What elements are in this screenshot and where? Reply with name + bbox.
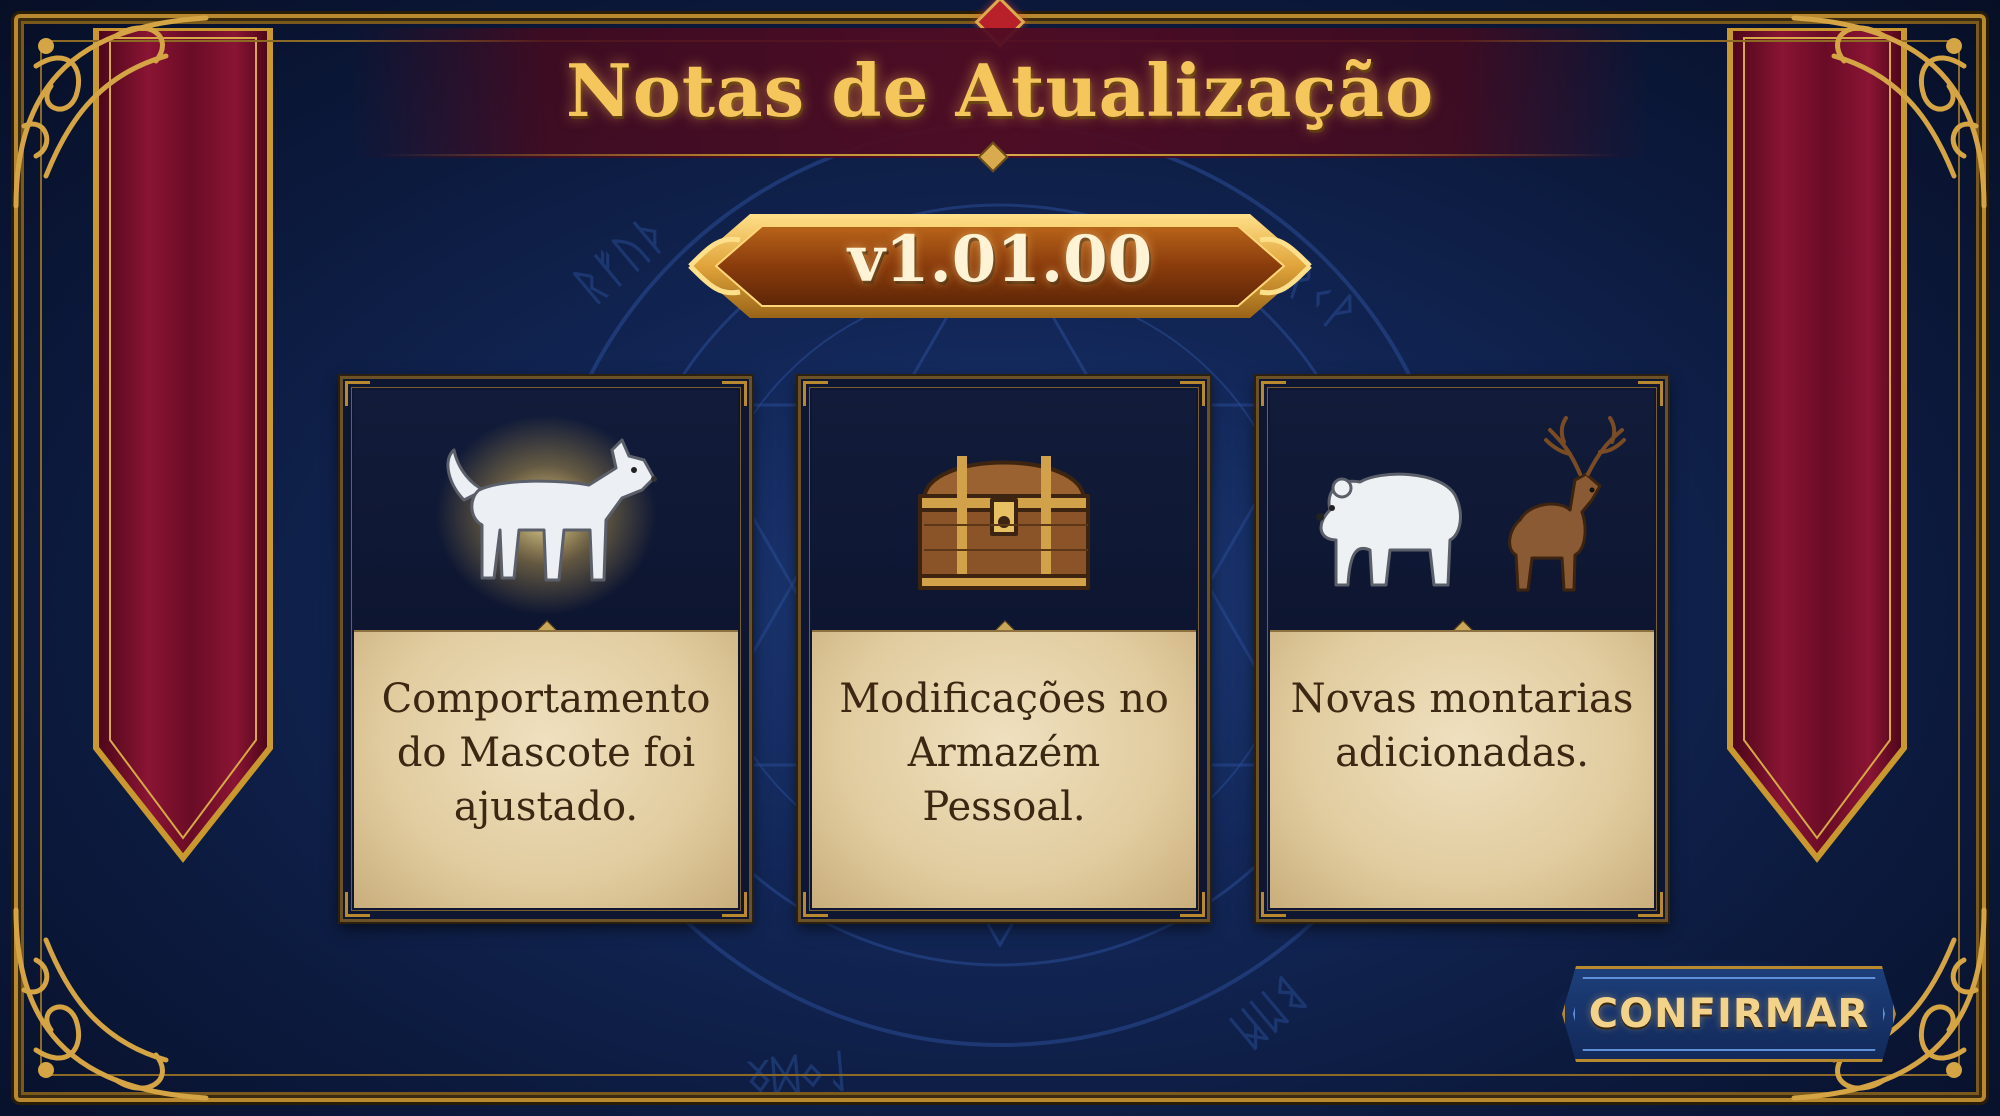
confirm-button[interactable]: CONFIRMAR	[1562, 966, 1896, 1062]
svg-text:ᚱᚠᚢᚦ: ᚱᚠᚢᚦ	[564, 206, 678, 313]
card-corner	[1261, 381, 1286, 406]
version-label: v1.01.00	[847, 222, 1153, 297]
card-corner	[1638, 381, 1663, 406]
svg-text:ᛒᛖᛗ: ᛒᛖᛗ	[1222, 967, 1315, 1057]
card-description: Novas montarias adicionadas.	[1290, 676, 1634, 776]
page-title: Notas de Atualização	[565, 48, 1435, 133]
card-corner	[345, 381, 370, 406]
left-red-banner	[93, 28, 273, 863]
confirm-button-label: CONFIRMAR	[1588, 991, 1870, 1037]
card-description: Modificações no Armazém Pessoal.	[839, 676, 1169, 830]
dog-icon	[436, 415, 657, 615]
card-corner	[1180, 381, 1205, 406]
update-card-storage: Modificações no Armazém Pessoal.	[798, 376, 1210, 922]
card-text-area: Comportamento do Mascote foi ajustado.	[354, 630, 738, 908]
card-corner	[803, 892, 828, 917]
card-text-area: Novas montarias adicionadas.	[1270, 630, 1654, 908]
card-description: Comportamento do Mascote foi ajustado.	[381, 676, 711, 830]
card-corner	[1261, 892, 1286, 917]
treasure-chest-icon	[918, 456, 1090, 590]
card-corner	[1638, 892, 1663, 917]
card-icon-area	[1270, 390, 1654, 630]
update-notes-panel: ᚱᚠᚢᚦ ᚠᚱᚲᚹ ᚺᚾᛁ ᛃᛇᛈ ᛉᛊᛏ ᛒᛖᛗ ᛚᛜᛞᛟ	[0, 0, 2000, 1116]
card-corner	[722, 381, 747, 406]
card-corner	[1180, 892, 1205, 917]
card-corner	[803, 381, 828, 406]
svg-text:ᛚᛜᛞᛟ: ᛚᛜᛞᛟ	[744, 1044, 854, 1104]
card-icon-area	[354, 390, 738, 630]
card-icon-area	[812, 390, 1196, 630]
bear-and-deer-icon	[1316, 416, 1626, 592]
update-card-mounts: Novas montarias adicionadas.	[1256, 376, 1668, 922]
right-red-banner	[1727, 28, 1907, 863]
card-corner	[722, 892, 747, 917]
card-corner	[345, 892, 370, 917]
card-text-area: Modificações no Armazém Pessoal.	[812, 630, 1196, 908]
corner-ornament-icon	[13, 907, 209, 1101]
update-card-pet: Comportamento do Mascote foi ajustado.	[340, 376, 752, 922]
